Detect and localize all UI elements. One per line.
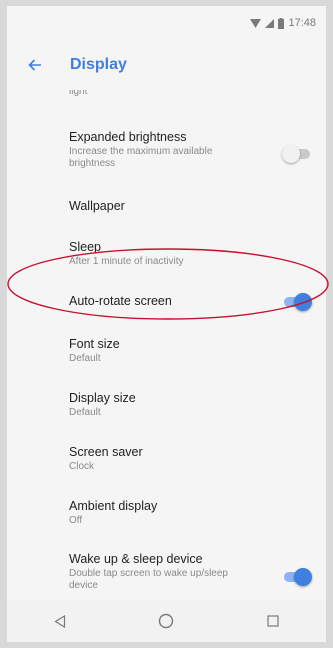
setting-title: Font size	[69, 337, 120, 351]
setting-subtitle: Increase the maximum available brightnes…	[69, 146, 213, 169]
setting-font-size[interactable]: Font size Default	[7, 326, 326, 378]
square-recents-icon	[267, 615, 279, 627]
setting-subtitle: Off	[69, 515, 83, 526]
setting-subtitle: Default	[69, 407, 101, 418]
toggle-knob	[294, 568, 312, 586]
setting-title: Wallpaper	[69, 199, 125, 213]
setting-ambient-display[interactable]: Ambient display Off	[7, 486, 326, 538]
setting-title: Ambient display	[69, 499, 158, 513]
setting-subtitle: light	[69, 90, 88, 97]
setting-expanded-brightness[interactable]: Expanded brightness Increase the maximum…	[7, 114, 326, 176]
clock-text: 17:48	[288, 17, 316, 29]
setting-subtitle: After 1 minute of inactivity	[69, 256, 184, 267]
wake-sleep-toggle[interactable]	[284, 568, 312, 586]
settings-list[interactable]: light Expanded brightness Increase the m…	[7, 90, 326, 600]
setting-screen-saver[interactable]: Screen saver Clock	[7, 433, 326, 485]
setting-sleep[interactable]: Sleep After 1 minute of inactivity	[7, 228, 326, 276]
page-title: Display	[70, 56, 127, 73]
auto-rotate-toggle[interactable]	[284, 293, 312, 311]
signal-icon	[265, 18, 275, 28]
setting-wake-sleep-device[interactable]: Wake up & sleep device Double tap screen…	[7, 540, 326, 600]
nav-back-button[interactable]	[40, 601, 80, 641]
nav-recents-button[interactable]	[253, 601, 293, 641]
setting-title: Wake up & sleep device	[69, 552, 203, 566]
triangle-back-icon	[54, 614, 66, 628]
setting-adaptive-brightness-partial[interactable]: light	[7, 90, 326, 106]
nav-home-button[interactable]	[146, 601, 186, 641]
setting-display-size[interactable]: Display size Default	[7, 379, 326, 431]
setting-title: Display size	[69, 391, 136, 405]
battery-icon	[278, 17, 285, 29]
back-button[interactable]	[7, 40, 63, 90]
toggle-knob	[282, 145, 300, 163]
setting-title: Auto-rotate screen	[69, 294, 172, 308]
arrow-left-icon	[28, 59, 41, 71]
circle-home-icon	[159, 613, 174, 629]
setting-subtitle: Clock	[69, 461, 95, 472]
app-bar: Display	[7, 40, 326, 90]
setting-subtitle: Double tap screen to wake up/sleep devic…	[69, 568, 228, 591]
wifi-icon	[250, 18, 262, 28]
phone-screen: 17:48 Display light Expanded brightness …	[7, 6, 326, 642]
setting-subtitle: Default	[69, 353, 101, 364]
setting-title: Screen saver	[69, 445, 143, 459]
setting-auto-rotate[interactable]: Auto-rotate screen	[7, 278, 326, 324]
expanded-brightness-toggle[interactable]	[282, 145, 310, 163]
status-bar: 17:48	[7, 6, 326, 40]
toggle-knob	[294, 293, 312, 311]
setting-wallpaper[interactable]: Wallpaper	[7, 186, 326, 228]
navigation-bar	[7, 600, 326, 642]
setting-title: Expanded brightness	[69, 130, 187, 144]
setting-title: Sleep	[69, 240, 101, 254]
